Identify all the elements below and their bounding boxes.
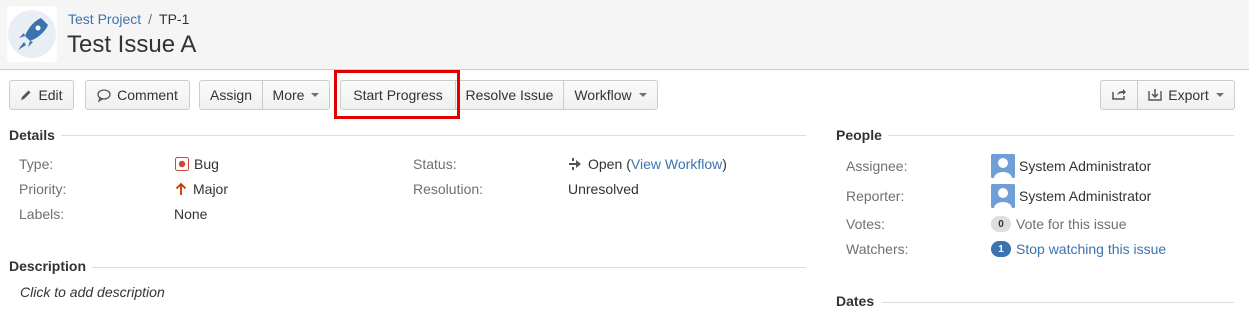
breadcrumb-project-link[interactable]: Test Project [68, 11, 141, 27]
assign-button-label: Assign [209, 87, 253, 103]
bug-icon [175, 157, 189, 171]
chevron-down-icon [1215, 93, 1224, 97]
breadcrumb: Test Project / TP-1 [68, 11, 189, 27]
comment-button-label: Comment [117, 87, 178, 103]
status-label: Status: [413, 156, 457, 172]
edit-button[interactable]: Edit [9, 80, 74, 110]
download-icon [1148, 88, 1162, 102]
reporter-value[interactable]: System Administrator [991, 184, 1151, 208]
share-button[interactable] [1100, 80, 1138, 110]
pencil-icon [20, 89, 32, 101]
more-dropdown[interactable]: More [263, 80, 330, 110]
details-divider [60, 135, 806, 136]
assignee-label: Assignee: [846, 158, 908, 174]
resolve-issue-label: Resolve Issue [465, 87, 554, 103]
priority-value-text: Major [193, 181, 229, 197]
reporter-label: Reporter: [846, 188, 905, 204]
dates-divider [882, 302, 1234, 303]
issue-header: Test Project / TP-1 Test Issue A [0, 0, 1249, 70]
labels-label: Labels: [19, 206, 65, 222]
workflow-dropdown-label: Workflow [574, 87, 632, 103]
highlight-box [334, 70, 460, 119]
priority-label: Priority: [19, 181, 67, 197]
page-title[interactable]: Test Issue A [67, 31, 196, 59]
speech-bubble-icon [97, 88, 111, 102]
status-icon [568, 157, 584, 171]
view-workflow-paren-close: ) [722, 156, 727, 172]
votes-label: Votes: [846, 216, 885, 232]
edit-button-label: Edit [38, 87, 63, 103]
watchers-value: 1 Stop watching this issue [991, 241, 1166, 257]
issue-key[interactable]: TP-1 [159, 11, 189, 27]
export-dropdown[interactable]: Export [1138, 80, 1235, 110]
type-label: Type: [19, 156, 54, 172]
resolution-label: Resolution: [413, 181, 484, 197]
resolve-issue-button[interactable]: Resolve Issue [456, 80, 564, 110]
labels-value[interactable]: None [174, 206, 207, 222]
watchers-label: Watchers: [846, 241, 909, 257]
rocket-icon [8, 10, 56, 58]
project-avatar[interactable] [7, 6, 57, 62]
votes-count-badge: 0 [991, 216, 1011, 232]
details-heading[interactable]: Details [9, 127, 61, 143]
status-value: Open ( View Workflow ) [568, 156, 727, 172]
chevron-down-icon [638, 93, 647, 97]
assignee-value[interactable]: System Administrator [991, 154, 1151, 178]
people-divider [887, 135, 1234, 136]
votes-value: 0 Vote for this issue [991, 216, 1127, 232]
user-avatar-icon [991, 184, 1015, 208]
resolution-value: Unresolved [568, 181, 639, 197]
view-workflow-link[interactable]: View Workflow [631, 156, 722, 172]
user-avatar-icon [991, 154, 1015, 178]
description-heading[interactable]: Description [9, 258, 93, 274]
comment-button[interactable]: Comment [85, 80, 190, 110]
people-heading[interactable]: People [836, 127, 888, 143]
chevron-down-icon [311, 93, 320, 97]
export-dropdown-label: Export [1168, 87, 1209, 103]
vote-link[interactable]: Vote for this issue [1016, 216, 1127, 232]
share-icon [1111, 87, 1127, 104]
watchers-count-badge[interactable]: 1 [991, 241, 1011, 257]
more-dropdown-label: More [272, 87, 305, 103]
type-value-text: Bug [194, 156, 219, 172]
description-divider [92, 267, 806, 268]
description-placeholder[interactable]: Click to add description [20, 284, 165, 300]
status-value-text: Open [588, 156, 623, 172]
dates-heading[interactable]: Dates [836, 293, 881, 309]
assign-button[interactable]: Assign [199, 80, 263, 110]
breadcrumb-separator: / [148, 11, 153, 27]
workflow-dropdown[interactable]: Workflow [564, 80, 658, 110]
stop-watching-link[interactable]: Stop watching this issue [1016, 241, 1166, 257]
type-value[interactable]: Bug [175, 156, 219, 172]
reporter-name: System Administrator [1019, 188, 1152, 204]
priority-value[interactable]: Major [175, 181, 228, 197]
assignee-name: System Administrator [1019, 158, 1152, 174]
arrow-up-icon [175, 182, 187, 196]
